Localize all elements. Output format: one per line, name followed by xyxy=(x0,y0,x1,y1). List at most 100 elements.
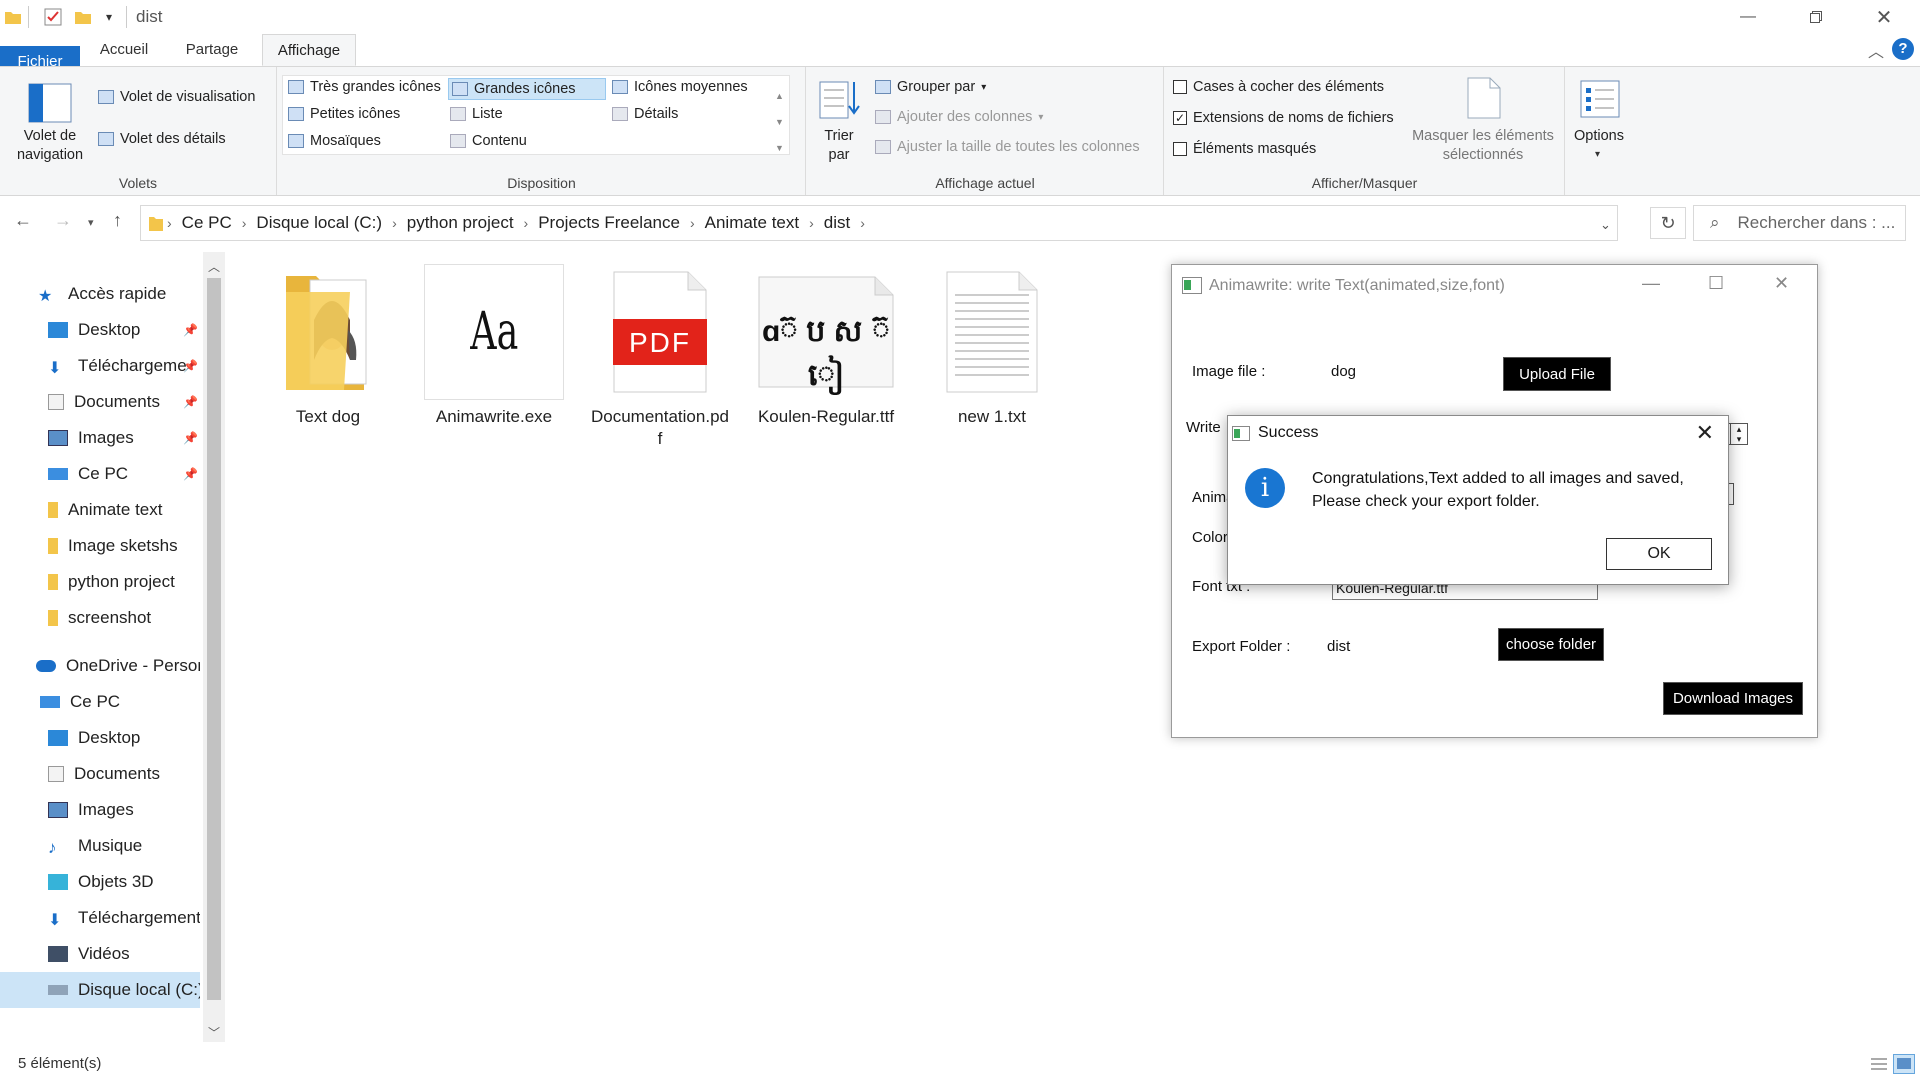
file-item-folder[interactable]: Text dog xyxy=(258,264,398,428)
close-button[interactable]: ✕ xyxy=(1774,273,1789,294)
sort-by-button[interactable]: Trier par xyxy=(813,127,865,165)
tab-partage[interactable]: Partage xyxy=(172,34,252,66)
nav-documents[interactable]: Documents 📌 xyxy=(0,384,200,420)
breadcrumb-projects-freelance[interactable]: Projects Freelance xyxy=(538,213,680,233)
group-by-button[interactable]: Grouper par ▾ xyxy=(875,79,986,95)
checkbox-label: Extensions de noms de fichiers xyxy=(1193,110,1394,126)
checkbox-unchecked[interactable] xyxy=(1173,80,1187,94)
layout-medium-icons[interactable]: Icônes moyennes xyxy=(612,79,748,95)
scroll-down-icon[interactable]: ﹀ xyxy=(208,1024,220,1041)
download-images-button[interactable]: Download Images xyxy=(1663,682,1803,715)
nav-image-sketshs[interactable]: Image sketshs xyxy=(0,528,200,564)
layout-large-icons[interactable]: Grandes icônes xyxy=(448,78,606,100)
maximize-button[interactable]: ☐ xyxy=(1708,273,1724,294)
breadcrumb-python-project[interactable]: python project xyxy=(407,213,514,233)
tiles-icon xyxy=(288,134,304,148)
search-input[interactable]: ⌕ Rechercher dans : ... xyxy=(1693,205,1906,241)
layout-extra-large-icons[interactable]: Très grandes icônes xyxy=(288,79,441,95)
nav-pc-desktop[interactable]: Desktop xyxy=(0,720,200,756)
breadcrumb-dist[interactable]: dist xyxy=(824,213,850,233)
sort-icon[interactable] xyxy=(817,77,861,123)
nav-ce-pc[interactable]: Ce PC xyxy=(0,684,200,720)
up-button[interactable]: ↑ xyxy=(113,210,122,231)
minimize-button[interactable]: — xyxy=(1714,0,1782,34)
file-extensions-toggle[interactable]: ✓ Extensions de noms de fichiers xyxy=(1173,110,1394,126)
item-checkboxes-toggle[interactable]: Cases à cocher des éléments xyxy=(1173,79,1384,95)
gallery-scroll-arrows[interactable]: ▲ ▼ ▼ xyxy=(775,83,784,161)
nav-onedrive[interactable]: OneDrive - Person xyxy=(0,648,200,684)
nav-pc-objets-3d[interactable]: Objets 3D xyxy=(0,864,200,900)
options-icon[interactable] xyxy=(1578,77,1622,121)
checkbox-checked[interactable]: ✓ xyxy=(1173,111,1187,125)
refresh-button[interactable]: ↻ xyxy=(1650,207,1686,239)
properties-icon[interactable] xyxy=(42,6,64,28)
nav-images[interactable]: Images 📌 xyxy=(0,420,200,456)
file-item-font[interactable]: ɑ៊ ប ស ៊ ៀ Koulen-Regular.ttf xyxy=(756,264,896,428)
new-folder-icon[interactable] xyxy=(74,6,92,28)
nav-scrollbar[interactable]: ︿ ﹀ xyxy=(203,252,225,1042)
choose-folder-button[interactable]: choose folder xyxy=(1498,628,1604,661)
nav-python-project[interactable]: python project xyxy=(0,564,200,600)
large-icons-view-button[interactable] xyxy=(1893,1054,1915,1074)
nav-pc-telechargements[interactable]: ⬇ Téléchargements xyxy=(0,900,200,936)
file-item-txt[interactable]: new 1.txt xyxy=(922,264,1062,428)
layout-content[interactable]: Contenu xyxy=(450,133,527,149)
layout-list[interactable]: Liste xyxy=(450,106,503,122)
recent-locations-icon[interactable]: ▾ xyxy=(88,216,94,229)
nav-pc-disque-local[interactable]: Disque local (C:) xyxy=(0,972,200,1008)
options-button[interactable]: Options xyxy=(1566,127,1632,146)
restore-button[interactable] xyxy=(1782,0,1850,34)
nav-pc-musique[interactable]: ♪ Musique xyxy=(0,828,200,864)
nav-pc-images[interactable]: Images xyxy=(0,792,200,828)
nav-screenshot[interactable]: screenshot xyxy=(0,600,200,636)
nav-quick-access[interactable]: ★ Accès rapide xyxy=(0,276,200,312)
tab-accueil[interactable]: Accueil xyxy=(88,34,160,66)
collapse-ribbon-icon[interactable]: ︿ xyxy=(1868,38,1884,62)
address-bar[interactable]: › Ce PC › Disque local (C:) › python pro… xyxy=(140,205,1618,241)
navigation-pane-icon[interactable] xyxy=(26,79,74,127)
nav-pc-videos[interactable]: Vidéos xyxy=(0,936,200,972)
breadcrumb-animate-text[interactable]: Animate text xyxy=(705,213,800,233)
close-button[interactable]: ✕ xyxy=(1850,0,1918,34)
minimize-button[interactable]: — xyxy=(1642,273,1660,294)
fit-columns-button[interactable]: Ajuster la taille de toutes les colonnes xyxy=(875,139,1140,155)
back-button[interactable]: ← xyxy=(14,210,32,231)
help-icon[interactable]: ? xyxy=(1892,38,1914,60)
file-item-exe[interactable]: Aa Animawrite.exe xyxy=(424,264,564,428)
breadcrumb-ce-pc[interactable]: Ce PC xyxy=(182,213,232,233)
navigation-pane-button[interactable]: Volet de navigation xyxy=(4,127,96,165)
hide-selected-icon[interactable] xyxy=(1463,75,1505,121)
nav-animate-text[interactable]: Animate text xyxy=(0,492,200,528)
file-item-pdf[interactable]: PDF Documentation.pdf xyxy=(590,264,730,450)
upload-file-button[interactable]: Upload File xyxy=(1503,357,1611,391)
nav-telechargements[interactable]: ⬇ Téléchargeme 📌 xyxy=(0,348,200,384)
nav-desktop[interactable]: Desktop 📌 xyxy=(0,312,200,348)
scrollbar-thumb[interactable] xyxy=(207,278,221,1000)
nav-label: Documents xyxy=(74,764,160,783)
forward-button[interactable]: → xyxy=(54,210,72,231)
details-view-button[interactable] xyxy=(1868,1054,1890,1074)
ok-button[interactable]: OK xyxy=(1606,538,1712,570)
nav-label: Image sketshs xyxy=(68,536,178,555)
medium-icons-icon xyxy=(612,80,628,94)
breadcrumb-disque-local[interactable]: Disque local (C:) xyxy=(256,213,382,233)
preview-pane-button[interactable]: Volet de visualisation xyxy=(98,89,255,105)
write-size-spinbox[interactable]: ▴ ▾ xyxy=(1730,423,1748,445)
group-label: Volets xyxy=(118,175,158,191)
hidden-items-toggle[interactable]: Éléments masqués xyxy=(1173,141,1316,157)
scroll-up-icon[interactable]: ︿ xyxy=(208,258,220,275)
details-pane-button[interactable]: Volet des détails xyxy=(98,131,226,147)
layout-details[interactable]: Détails xyxy=(612,106,678,122)
nav-pc-documents[interactable]: Documents xyxy=(0,756,200,792)
layout-tiles[interactable]: Mosaïques xyxy=(288,133,381,149)
add-columns-button[interactable]: Ajouter des colonnes ▾ xyxy=(875,109,1043,125)
address-history-dropdown-icon[interactable]: ⌄ xyxy=(1600,217,1611,233)
quick-access-dropdown-icon[interactable]: ▾ xyxy=(100,6,118,28)
hide-selected-button[interactable]: Masquer les éléments sélectionnés xyxy=(1403,127,1563,165)
checkbox-unchecked[interactable] xyxy=(1173,142,1187,156)
close-button[interactable]: ✕ xyxy=(1696,420,1714,446)
nav-ce-pc-quick[interactable]: Ce PC 📌 xyxy=(0,456,200,492)
layout-small-icons[interactable]: Petites icônes xyxy=(288,106,400,122)
export-folder-value: dist xyxy=(1327,638,1351,655)
tab-affichage[interactable]: Affichage xyxy=(262,34,356,66)
